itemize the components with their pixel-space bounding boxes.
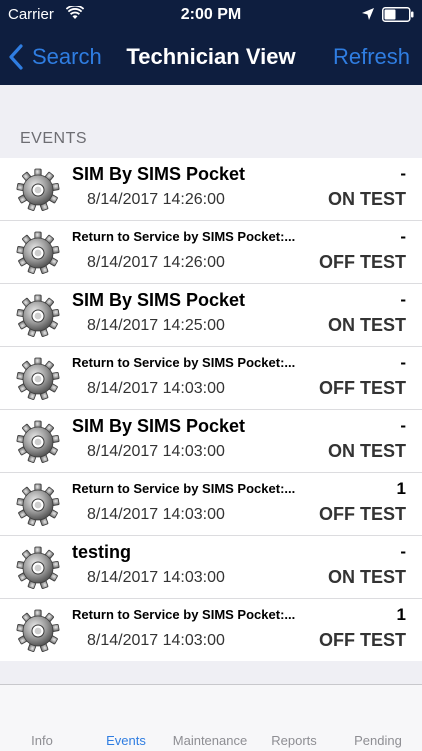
event-row[interactable]: testing 8/14/2017 14:03:00 - ON TEST — [0, 536, 422, 599]
event-date: 8/14/2017 14:26:00 — [87, 191, 225, 208]
event-value: 1 — [396, 605, 406, 624]
event-row[interactable]: Return to Service by SIMS Pocket:... 8/1… — [0, 221, 422, 284]
event-status: ON TEST — [327, 315, 406, 335]
event-status: OFF TEST — [319, 504, 406, 524]
gear-icon — [16, 420, 60, 463]
event-value: - — [400, 353, 406, 372]
tab-info[interactable]: Info — [0, 733, 84, 748]
event-value: - — [400, 542, 406, 561]
event-row[interactable]: SIM By SIMS Pocket 8/14/2017 14:26:00 - … — [0, 158, 422, 221]
gear-icon — [16, 357, 60, 400]
event-row[interactable]: Return to Service by SIMS Pocket:... 8/1… — [0, 347, 422, 410]
event-title: Return to Service by SIMS Pocket:... — [72, 355, 296, 370]
section-header-events: EVENTS — [20, 130, 88, 147]
event-value: - — [400, 416, 406, 435]
gear-icon — [16, 168, 60, 211]
event-title: testing — [72, 542, 132, 562]
event-date: 8/14/2017 14:03:00 — [87, 569, 225, 586]
event-status: ON TEST — [327, 441, 406, 461]
event-row[interactable]: SIM By SIMS Pocket 8/14/2017 14:25:00 - … — [0, 284, 422, 347]
event-date: 8/14/2017 14:03:00 — [87, 632, 225, 649]
back-button[interactable]: Search — [8, 42, 102, 72]
refresh-button[interactable]: Refresh — [333, 42, 410, 72]
tab-pending[interactable]: Pending — [336, 733, 420, 748]
tab-events[interactable]: Events — [84, 733, 168, 748]
event-date: 8/14/2017 14:03:00 — [87, 506, 225, 523]
event-value: - — [400, 164, 406, 183]
event-status: OFF TEST — [319, 378, 406, 398]
event-value: 1 — [396, 479, 406, 498]
back-button-label: Search — [32, 44, 102, 69]
gear-icon — [16, 609, 60, 652]
event-title: Return to Service by SIMS Pocket:... — [72, 607, 296, 622]
header: Carrier 2:00 PM Search Technician View R… — [0, 0, 422, 85]
event-date: 8/14/2017 14:26:00 — [87, 254, 225, 271]
event-row[interactable]: SIM By SIMS Pocket 8/14/2017 14:03:00 - … — [0, 410, 422, 473]
event-date: 8/14/2017 14:25:00 — [87, 317, 225, 334]
tab-reports[interactable]: Reports — [252, 733, 336, 748]
event-title: Return to Service by SIMS Pocket:... — [72, 229, 296, 244]
event-value: - — [400, 290, 406, 309]
event-title: SIM By SIMS Pocket — [72, 164, 246, 184]
event-title: SIM By SIMS Pocket — [72, 416, 246, 436]
status-time: 2:00 PM — [180, 6, 242, 23]
event-date: 8/14/2017 14:03:00 — [87, 380, 225, 397]
gear-icon — [16, 546, 60, 589]
event-title: Return to Service by SIMS Pocket:... — [72, 481, 296, 496]
tab-maintenance[interactable]: Maintenance — [168, 733, 252, 748]
gear-icon — [16, 294, 60, 337]
gear-icon — [16, 231, 60, 274]
tab-bar: Info Events Maintenance Reports Pending — [0, 684, 422, 751]
event-date: 8/14/2017 14:03:00 — [87, 443, 225, 460]
status-bar: Carrier 2:00 PM — [0, 0, 422, 30]
event-value: - — [400, 227, 406, 246]
gear-icon — [16, 483, 60, 526]
navigation-bar: Search Technician View Refresh — [0, 30, 422, 85]
chevron-left-icon — [9, 44, 23, 70]
event-list: SIM By SIMS Pocket 8/14/2017 14:26:00 - … — [0, 158, 422, 661]
event-row[interactable]: Return to Service by SIMS Pocket:... 8/1… — [0, 599, 422, 661]
battery-icon — [382, 7, 414, 22]
event-title: SIM By SIMS Pocket — [72, 290, 246, 310]
event-status: OFF TEST — [319, 252, 406, 272]
location-arrow-icon — [362, 8, 374, 20]
event-status: OFF TEST — [319, 630, 406, 650]
event-status: ON TEST — [327, 189, 406, 209]
event-status: ON TEST — [327, 567, 406, 587]
event-row[interactable]: Return to Service by SIMS Pocket:... 8/1… — [0, 473, 422, 536]
